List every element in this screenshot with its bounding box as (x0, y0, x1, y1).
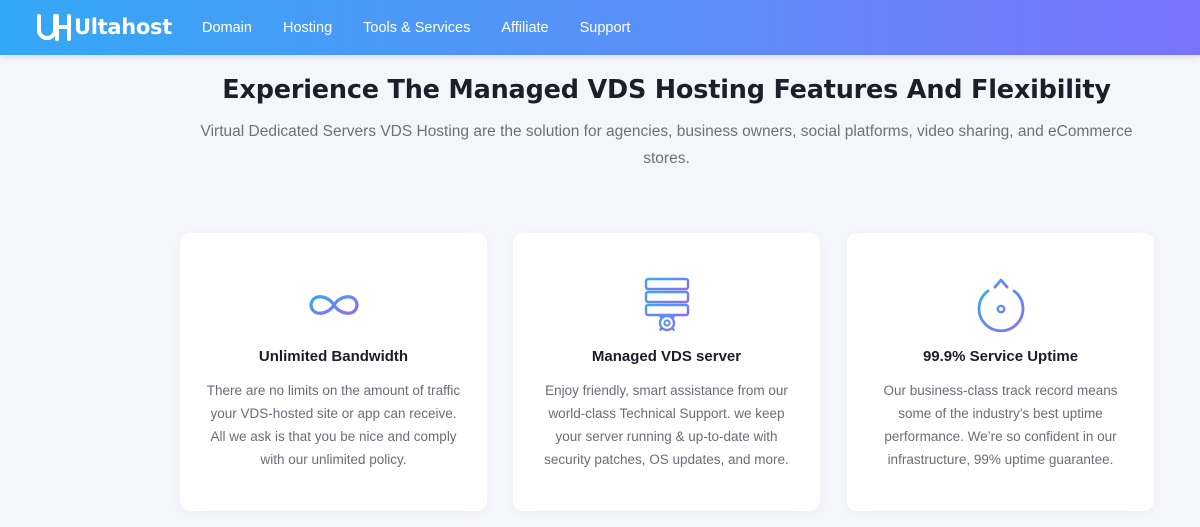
nav-domain[interactable]: Domain (202, 20, 252, 36)
feature-card-uptime: 99.9% Service Uptime Our business-class … (847, 233, 1154, 511)
nav-affiliate[interactable]: Affiliate (501, 20, 548, 36)
uh-logo-icon (37, 14, 71, 41)
feature-title: 99.9% Service Uptime (922, 348, 1079, 365)
uptime-clock-icon (970, 276, 1032, 334)
feature-card-bandwidth: Unlimited Bandwidth There are no limits … (180, 233, 487, 511)
top-navbar: Ultahost Domain Hosting Tools & Services… (0, 0, 1200, 55)
infinity-icon (303, 276, 365, 334)
nav-support[interactable]: Support (580, 20, 631, 36)
feature-title: Managed VDS server (591, 348, 742, 365)
page-subtitle: Virtual Dedicated Servers VDS Hosting ar… (200, 123, 1133, 167)
feature-card-managed-vds: Managed VDS server Enjoy friendly, smart… (513, 233, 820, 511)
nav-tools-services[interactable]: Tools & Services (363, 20, 470, 36)
feature-title: Unlimited Bandwidth (258, 348, 409, 365)
nav-hosting[interactable]: Hosting (283, 20, 332, 36)
main-nav: Domain Hosting Tools & Services Affiliat… (202, 0, 661, 55)
logo-text: Ultahost (74, 15, 172, 39)
feature-description: There are no limits on the amount of tra… (206, 383, 461, 467)
ultahost-logo[interactable]: Ultahost (36, 12, 172, 42)
feature-description: Enjoy friendly, smart assistance from ou… (544, 383, 789, 467)
feature-description: Our business-class track record means so… (883, 383, 1118, 467)
server-gear-icon (636, 276, 698, 334)
page-title: Experience The Managed VDS Hosting Featu… (222, 75, 1111, 105)
